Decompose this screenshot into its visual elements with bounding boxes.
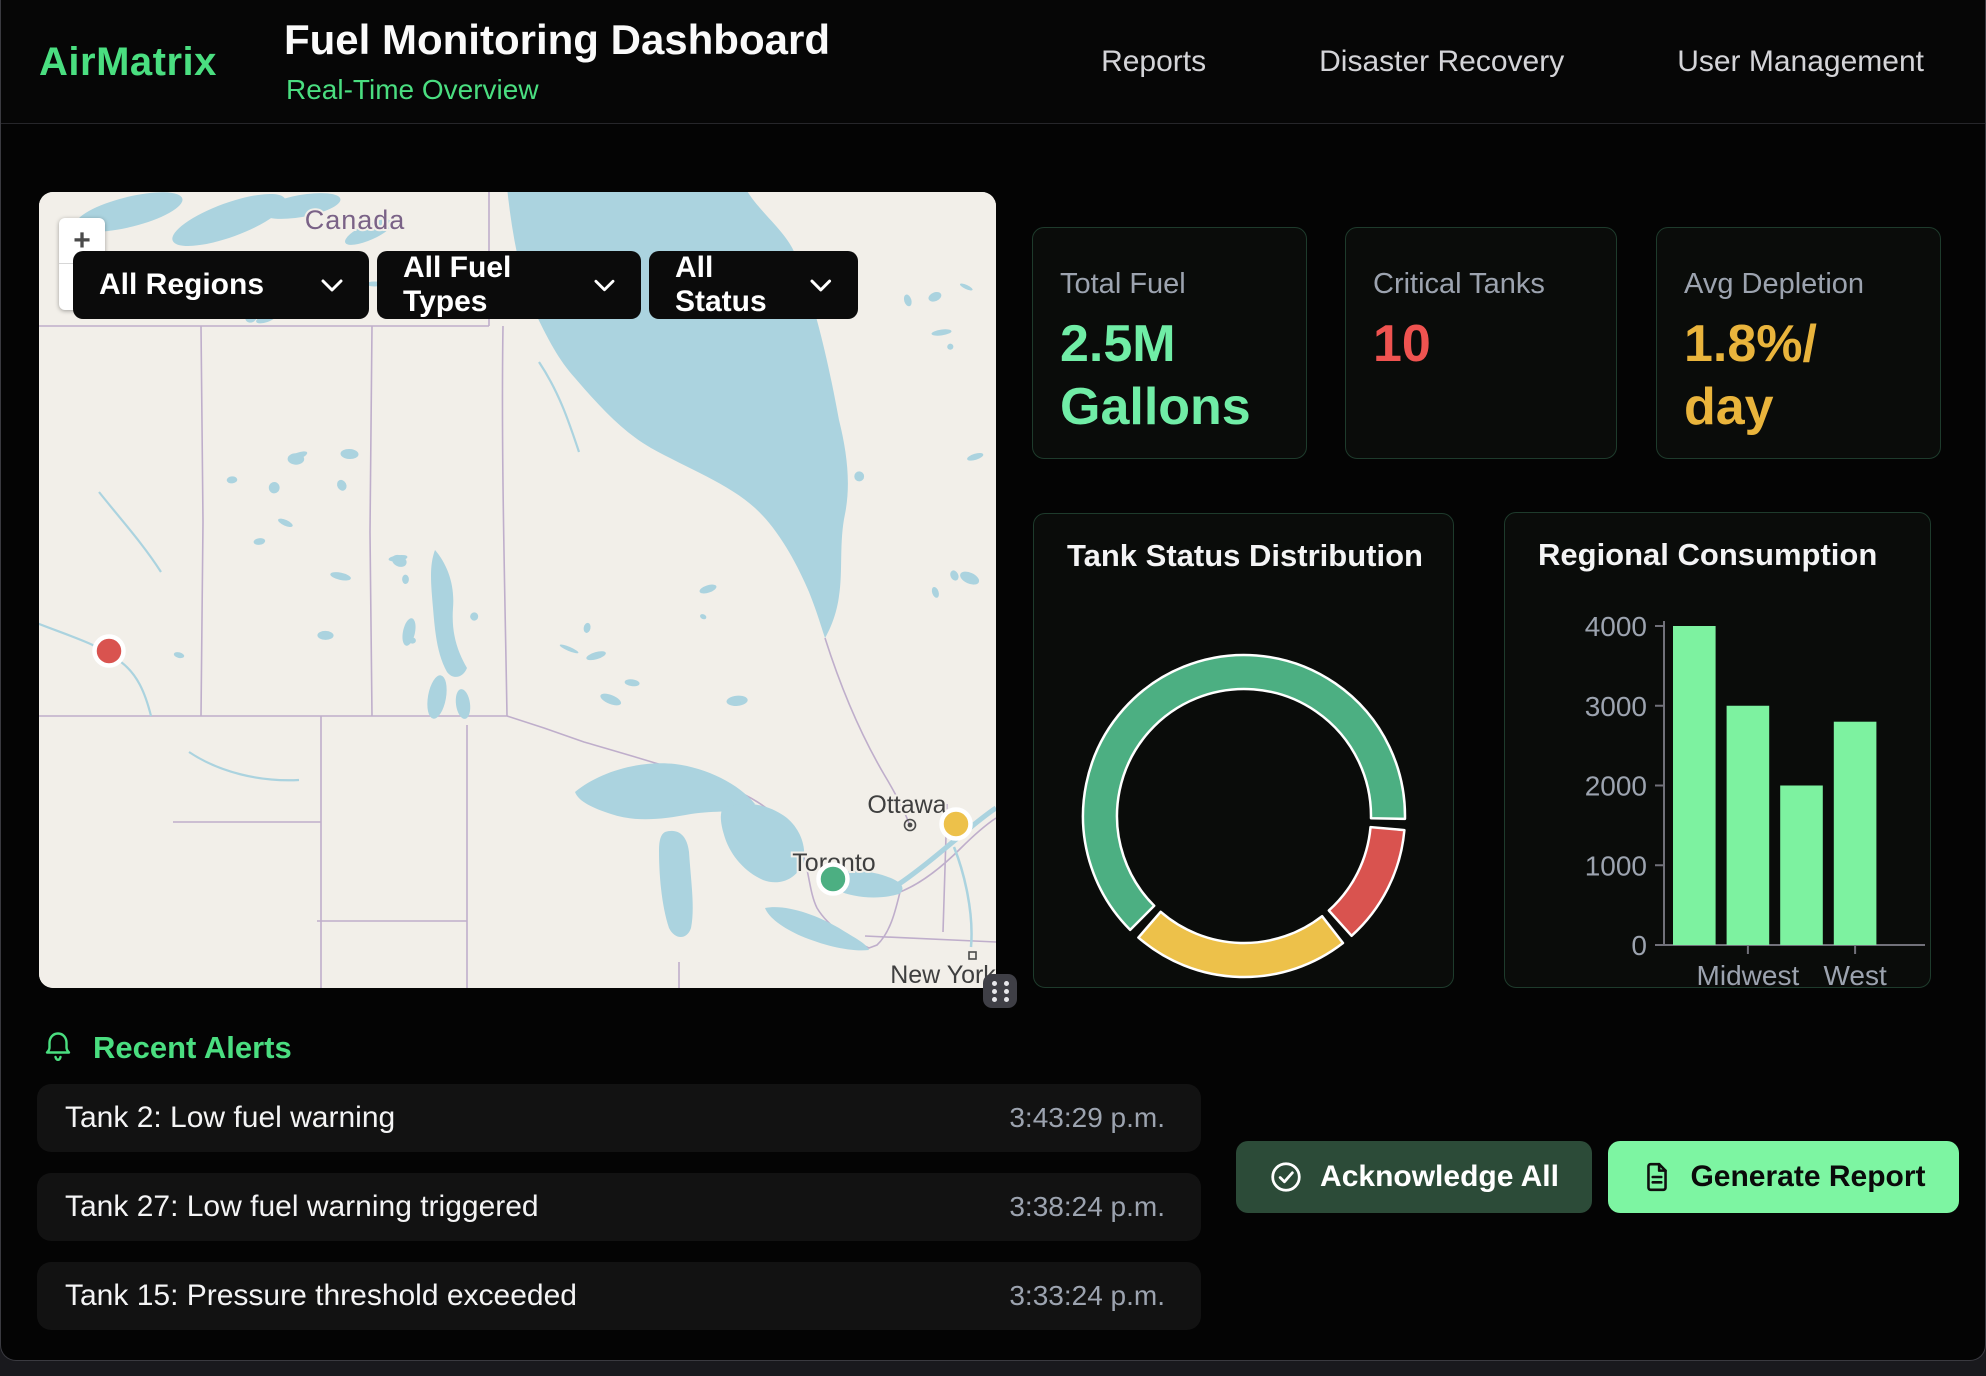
stat-value: 1.8%/ day xyxy=(1684,313,1894,440)
alert-time: 3:38:24 p.m. xyxy=(1009,1191,1165,1223)
donut-segment-critical xyxy=(1329,827,1405,936)
region-filter-dropdown[interactable]: All Regions xyxy=(73,251,369,319)
alert-message: Tank 2: Low fuel warning xyxy=(65,1101,395,1135)
bell-icon xyxy=(43,1031,73,1065)
svg-text:0: 0 xyxy=(1631,930,1647,961)
acknowledge-all-label: Acknowledge All xyxy=(1320,1160,1559,1194)
stat-card-total-fuel: Total Fuel 2.5M Gallons xyxy=(1032,227,1307,459)
alert-message: Tank 15: Pressure threshold exceeded xyxy=(65,1279,577,1313)
tank-marker-warning[interactable] xyxy=(942,810,971,839)
stat-label: Critical Tanks xyxy=(1373,268,1616,301)
main-nav: Reports Disaster Recovery User Managemen… xyxy=(1101,0,1924,124)
svg-text:3000: 3000 xyxy=(1585,691,1647,722)
tank-status-chart-card: Tank Status Distribution xyxy=(1033,513,1454,988)
bar-region-3 xyxy=(1834,722,1877,945)
alert-time: 3:33:24 p.m. xyxy=(1009,1280,1165,1312)
fuel-type-filter-dropdown[interactable]: All Fuel Types xyxy=(377,251,641,319)
stat-card-avg-depletion: Avg Depletion 1.8%/ day xyxy=(1656,227,1941,459)
chevron-down-icon xyxy=(594,279,615,292)
svg-text:4000: 4000 xyxy=(1585,611,1647,642)
brand-logo: AirMatrix xyxy=(39,40,217,85)
chevron-down-icon xyxy=(321,279,343,292)
alert-time: 3:43:29 p.m. xyxy=(1009,1102,1165,1134)
stat-value: 2.5M Gallons xyxy=(1060,313,1270,440)
nav-item-reports[interactable]: Reports xyxy=(1101,45,1206,79)
stat-card-critical-tanks: Critical Tanks 10 xyxy=(1345,227,1617,459)
recent-alerts-title: Recent Alerts xyxy=(93,1030,292,1066)
resize-grip-icon[interactable] xyxy=(983,974,1017,1008)
nav-item-disaster-recovery[interactable]: Disaster Recovery xyxy=(1319,45,1564,79)
dashboard-panel: AirMatrix Fuel Monitoring Dashboard Real… xyxy=(0,0,1986,1361)
regional-consumption-bar-chart: 0 1000 2000 3000 4000 Midwest West xyxy=(1505,513,1931,988)
acknowledge-all-button[interactable]: Acknowledge All xyxy=(1236,1141,1592,1213)
file-text-icon xyxy=(1641,1161,1673,1193)
recent-alerts-header: Recent Alerts xyxy=(43,1030,292,1066)
alert-message: Tank 27: Low fuel warning triggered xyxy=(65,1190,539,1224)
alert-row[interactable]: Tank 15: Pressure threshold exceeded 3:3… xyxy=(37,1262,1201,1330)
stat-value: 10 xyxy=(1373,313,1583,376)
bar-region-2 xyxy=(1780,786,1823,946)
status-filter-value: All Status xyxy=(675,251,810,319)
bar-region-1 xyxy=(1727,706,1770,945)
tank-marker-critical[interactable] xyxy=(95,637,124,666)
nav-item-user-management[interactable]: User Management xyxy=(1677,45,1924,79)
donut-segment-warning xyxy=(1138,912,1343,977)
bar-x-label: West xyxy=(1823,960,1886,988)
map-label-new-york: New York xyxy=(890,961,996,988)
map-label-ottawa: Ottawa xyxy=(867,791,946,819)
regional-consumption-chart-card: Regional Consumption 01000200030004000Mi… xyxy=(1504,512,1931,988)
map-label-canada: Canada xyxy=(305,205,406,235)
fuel-map[interactable]: Canada Ottawa Toronto New York + − All R… xyxy=(39,192,996,988)
tank-status-donut-chart xyxy=(1034,514,1455,989)
stat-label: Total Fuel xyxy=(1060,268,1306,301)
svg-text:1000: 1000 xyxy=(1585,850,1647,881)
chevron-down-icon xyxy=(810,279,832,292)
tank-marker-normal[interactable] xyxy=(819,865,848,894)
svg-text:2000: 2000 xyxy=(1585,771,1647,802)
alert-row[interactable]: Tank 27: Low fuel warning triggered 3:38… xyxy=(37,1173,1201,1241)
region-filter-value: All Regions xyxy=(99,268,264,302)
page-title: Fuel Monitoring Dashboard xyxy=(284,16,830,64)
fuel-type-filter-value: All Fuel Types xyxy=(403,251,594,319)
bar-region-0 xyxy=(1673,626,1716,945)
alert-row[interactable]: Tank 2: Low fuel warning 3:43:29 p.m. xyxy=(37,1084,1201,1152)
check-circle-icon xyxy=(1269,1160,1303,1194)
app-header: AirMatrix Fuel Monitoring Dashboard Real… xyxy=(1,0,1985,124)
status-filter-dropdown[interactable]: All Status xyxy=(649,251,858,319)
generate-report-label: Generate Report xyxy=(1690,1160,1925,1194)
page-subtitle: Real-Time Overview xyxy=(286,74,539,106)
bar-x-label: Midwest xyxy=(1697,960,1800,988)
generate-report-button[interactable]: Generate Report xyxy=(1608,1141,1959,1213)
stat-label: Avg Depletion xyxy=(1684,268,1940,301)
